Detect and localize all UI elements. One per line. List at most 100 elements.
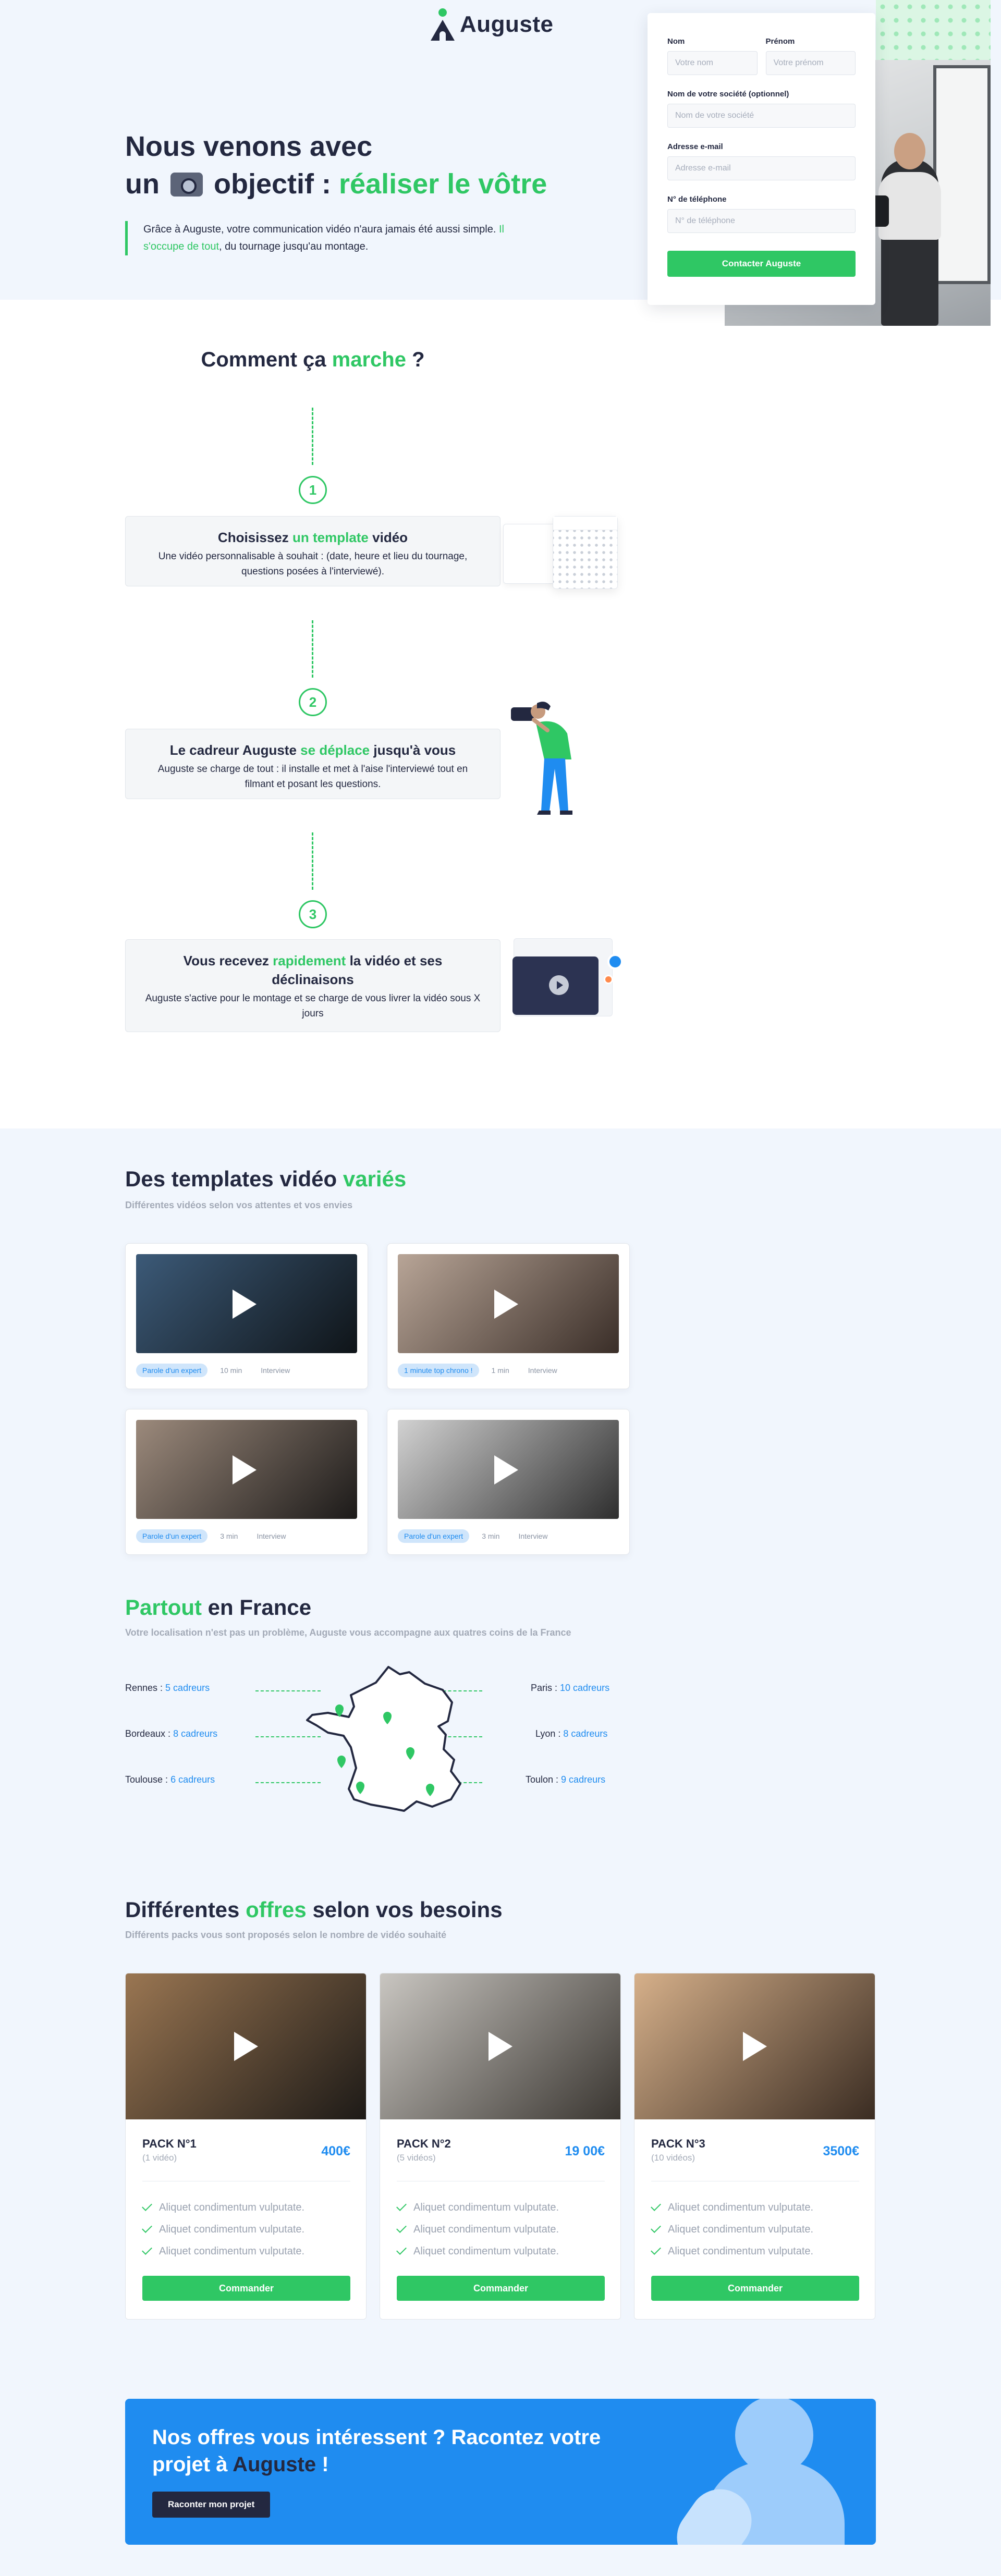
pack-features: Aliquet condimentum vulputate. Aliquet c… bbox=[142, 2197, 304, 2262]
cta-title: Nos offres vous intéressent ? Racontez v… bbox=[152, 2424, 621, 2478]
pack-count: (5 vidéos) bbox=[397, 2153, 436, 2163]
city-count: 8 cadreurs bbox=[173, 1728, 218, 1739]
feature-text: Aliquet condimentum vulputate. bbox=[668, 2245, 814, 2257]
template-tag: Parole d'un expert bbox=[398, 1529, 470, 1543]
hero-quote: Grâce à Auguste, votre communication vid… bbox=[125, 221, 521, 255]
city-toulouse: Toulouse : 6 cadreurs bbox=[125, 1774, 215, 1785]
city-name: Lyon : bbox=[535, 1728, 564, 1739]
feature-item: Aliquet condimentum vulputate. bbox=[651, 2218, 813, 2240]
step-title-a: Vous recevez bbox=[183, 953, 269, 968]
template-type: Interview bbox=[254, 1364, 297, 1377]
order-button[interactable]: Commander bbox=[651, 2276, 859, 2301]
template-type: Interview bbox=[512, 1529, 554, 1543]
contact-submit-button[interactable]: Contacter Auguste bbox=[667, 251, 856, 277]
tell-project-button[interactable]: Raconter mon projet bbox=[152, 2492, 271, 2518]
societe-field[interactable] bbox=[667, 104, 856, 128]
template-card[interactable]: Parole d'un expert 3 min Interview bbox=[387, 1409, 630, 1555]
email-field[interactable] bbox=[667, 156, 856, 180]
template-type: Interview bbox=[250, 1529, 292, 1543]
feature-text: Aliquet condimentum vulputate. bbox=[668, 2201, 814, 2213]
offers-title-c: selon vos besoins bbox=[312, 1897, 503, 1922]
prenom-label: Prénom bbox=[765, 37, 795, 46]
prenom-field[interactable] bbox=[765, 51, 856, 75]
check-icon bbox=[651, 2223, 661, 2233]
brand-name: Auguste bbox=[460, 11, 554, 37]
cameraman-illustration bbox=[511, 702, 572, 815]
play-icon bbox=[549, 975, 569, 995]
city-count: 5 cadreurs bbox=[165, 1683, 210, 1693]
feature-item: Aliquet condimentum vulputate. bbox=[396, 2240, 559, 2262]
offers-title: Différentes offres selon vos besoins bbox=[125, 1897, 503, 1922]
city-paris: Paris : 10 cadreurs bbox=[531, 1683, 609, 1694]
france-map bbox=[306, 1666, 461, 1812]
brand-logo[interactable]: Auguste bbox=[431, 8, 554, 41]
template-thumbnail[interactable] bbox=[398, 1420, 619, 1519]
template-thumbnail[interactable] bbox=[136, 1254, 357, 1353]
step-title-a: Le cadreur Auguste bbox=[169, 742, 297, 758]
cta-banner: Nos offres vous intéressent ? Racontez v… bbox=[125, 2399, 876, 2545]
check-icon bbox=[396, 2244, 407, 2255]
calendar-illustration bbox=[503, 513, 620, 592]
template-duration: 3 min bbox=[475, 1529, 506, 1543]
hero-title: Nous venons avec un objectif : réaliser … bbox=[125, 128, 553, 203]
feature-text: Aliquet condimentum vulputate. bbox=[413, 2201, 559, 2213]
step-card: Choisissez un template vidéo Une vidéo p… bbox=[125, 516, 500, 586]
feature-text: Aliquet condimentum vulputate. bbox=[159, 2201, 305, 2213]
feature-item: Aliquet condimentum vulputate. bbox=[142, 2240, 304, 2262]
play-icon[interactable] bbox=[233, 1290, 257, 1319]
telephone-field[interactable] bbox=[667, 209, 856, 233]
play-icon[interactable] bbox=[233, 1455, 257, 1485]
template-card[interactable]: 1 minute top chrono ! 1 min Interview bbox=[387, 1243, 630, 1389]
step-divider bbox=[312, 408, 313, 465]
play-icon[interactable] bbox=[743, 2032, 767, 2061]
pack-image[interactable] bbox=[126, 1973, 366, 2119]
how-title-c: ? bbox=[412, 348, 425, 371]
pack-name: PACK N°1 bbox=[142, 2137, 197, 2150]
step-title-highlight: un template bbox=[292, 530, 369, 545]
play-icon[interactable] bbox=[494, 1290, 518, 1319]
city-count: 9 cadreurs bbox=[561, 1774, 606, 1785]
camera-emoji-icon bbox=[170, 173, 203, 197]
how-title-a: Comment ça bbox=[201, 348, 326, 371]
template-thumbnail[interactable] bbox=[398, 1254, 619, 1353]
pack-card: PACK N°1 (1 vidéo) 400€ Aliquet condimen… bbox=[125, 1973, 367, 2320]
pack-name: PACK N°3 bbox=[651, 2137, 705, 2150]
feature-text: Aliquet condimentum vulputate. bbox=[413, 2245, 559, 2257]
auguste-logo-icon bbox=[431, 8, 455, 41]
societe-label: Nom de votre société (optionnel) bbox=[667, 90, 789, 99]
play-icon[interactable] bbox=[489, 2032, 512, 2061]
step-title: Vous recevez rapidement la vidéo et ses … bbox=[144, 951, 481, 989]
pack-name: PACK N°2 bbox=[397, 2137, 451, 2150]
play-icon[interactable] bbox=[494, 1455, 518, 1485]
template-card[interactable]: Parole d'un expert 3 min Interview bbox=[125, 1409, 368, 1555]
france-title: Partout en France bbox=[125, 1595, 311, 1620]
hero-dots-pattern bbox=[876, 0, 991, 60]
template-card[interactable]: Parole d'un expert 10 min Interview bbox=[125, 1243, 368, 1389]
check-icon bbox=[142, 2201, 152, 2211]
template-duration: 1 min bbox=[485, 1364, 516, 1377]
cta-illustration-head bbox=[735, 2399, 813, 2474]
feature-item: Aliquet condimentum vulputate. bbox=[142, 2218, 304, 2240]
pack-price: 400€ bbox=[321, 2144, 350, 2158]
template-duration: 3 min bbox=[214, 1529, 245, 1543]
city-lyon: Lyon : 8 cadreurs bbox=[535, 1728, 607, 1739]
pack-features: Aliquet condimentum vulputate. Aliquet c… bbox=[651, 2197, 813, 2262]
step-number: 2 bbox=[299, 688, 327, 716]
play-icon[interactable] bbox=[234, 2032, 258, 2061]
step-divider bbox=[312, 832, 313, 890]
template-duration: 10 min bbox=[214, 1364, 249, 1377]
check-icon bbox=[396, 2201, 407, 2211]
pack-price: 3500€ bbox=[823, 2144, 859, 2158]
pack-image[interactable] bbox=[634, 1973, 875, 2119]
pack-image[interactable] bbox=[380, 1973, 620, 2119]
order-button[interactable]: Commander bbox=[142, 2276, 350, 2301]
city-name: Paris : bbox=[531, 1683, 560, 1693]
nom-label: Nom bbox=[667, 37, 685, 46]
check-icon bbox=[142, 2244, 152, 2255]
order-button[interactable]: Commander bbox=[397, 2276, 605, 2301]
feature-item: Aliquet condimentum vulputate. bbox=[651, 2197, 813, 2218]
templates-subtitle: Différentes vidéos selon vos attentes et… bbox=[125, 1200, 353, 1210]
template-thumbnail[interactable] bbox=[136, 1420, 357, 1519]
nom-field[interactable] bbox=[667, 51, 758, 75]
telephone-label: N° de téléphone bbox=[667, 195, 727, 204]
